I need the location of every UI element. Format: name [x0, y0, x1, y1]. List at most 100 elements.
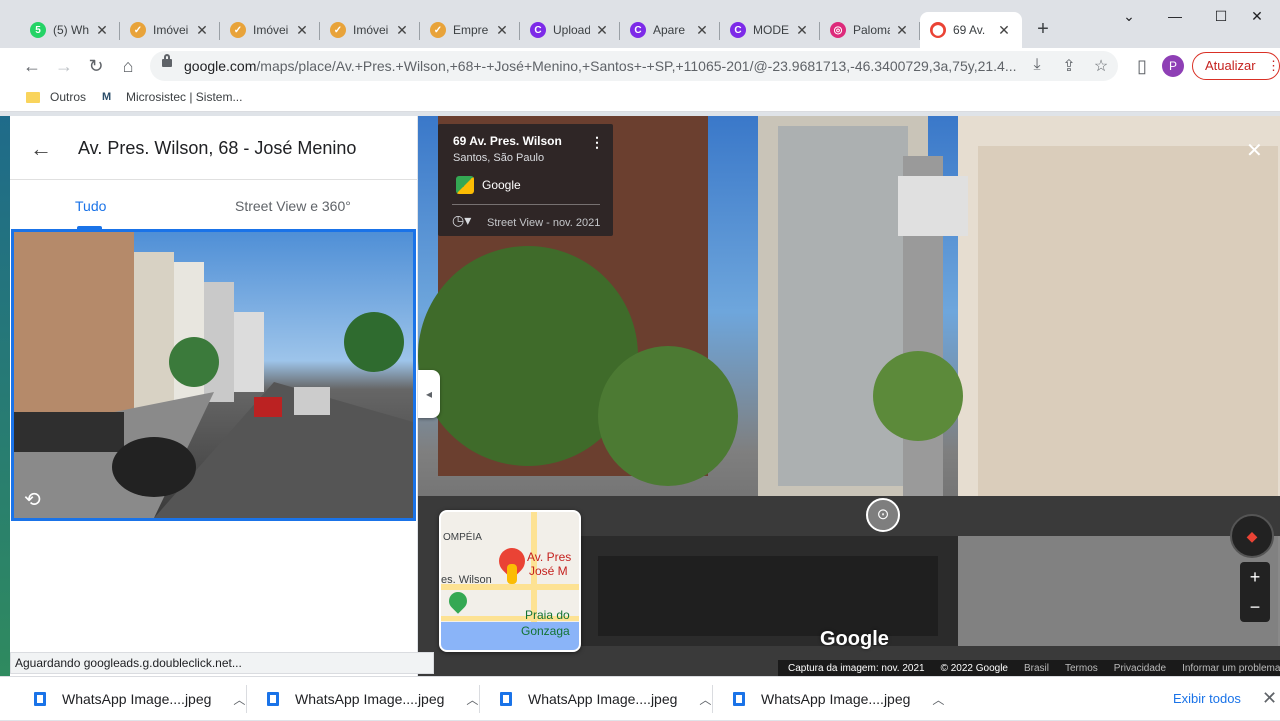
- divider: [712, 685, 713, 713]
- canva-icon: C: [730, 22, 746, 38]
- mini-map[interactable]: OMPÉIA Av. Pres José M es. Wilson Praia …: [439, 510, 581, 652]
- file-icon: [267, 692, 279, 706]
- download-item[interactable]: WhatsApp Image....jpeg ︿: [267, 677, 478, 721]
- tab-6[interactable]: C Apare ✕: [620, 12, 720, 48]
- street-view-pane[interactable]: 69 Av. Pres. Wilson Santos, São Paulo ⋮ …: [418, 116, 1280, 676]
- whatsapp-icon: 5: [30, 22, 46, 38]
- minimize-button[interactable]: —: [1152, 8, 1198, 24]
- download-item[interactable]: WhatsApp Image....jpeg ︿: [733, 677, 944, 721]
- desktop-background: [0, 116, 10, 676]
- tab-7[interactable]: C MODE ✕: [720, 12, 820, 48]
- terms-link[interactable]: Termos: [1065, 663, 1098, 674]
- maps-pin-icon: ⬤: [930, 22, 946, 38]
- close-tab-icon[interactable]: ✕: [594, 22, 610, 39]
- more-options-icon[interactable]: ⋮: [590, 134, 604, 151]
- tab-street-view[interactable]: Street View e 360°: [235, 198, 351, 214]
- divider: [452, 204, 600, 205]
- close-tab-icon[interactable]: ✕: [794, 22, 810, 39]
- zoom-in-button[interactable]: +: [1240, 562, 1270, 592]
- close-downloads-icon[interactable]: ✕: [1262, 688, 1277, 709]
- chevron-up-icon[interactable]: ︿: [466, 691, 478, 708]
- tab-title: 69 Av.: [953, 23, 986, 37]
- tab-search-icon[interactable]: ⌄: [1106, 8, 1152, 25]
- profile-avatar[interactable]: P: [1162, 55, 1184, 77]
- share-icon[interactable]: ⇪: [1059, 56, 1079, 76]
- bookmarks-bar: Outros M Microsistec | Sistem...: [0, 84, 1280, 112]
- report-problem-link[interactable]: Informar um problema: [1182, 663, 1280, 674]
- canva-icon: C: [530, 22, 546, 38]
- update-button[interactable]: Atualizar ⋮: [1192, 52, 1280, 80]
- card-source[interactable]: Google: [482, 178, 521, 192]
- tab-title: Imóvei: [253, 23, 289, 37]
- divider: [10, 179, 417, 180]
- close-tab-icon[interactable]: ✕: [394, 22, 410, 39]
- download-filename: WhatsApp Image....jpeg: [761, 691, 911, 707]
- kebab-menu-icon[interactable]: ⋮: [1267, 53, 1280, 79]
- card-subtitle: Santos, São Paulo: [453, 152, 545, 164]
- copyright: © 2022 Google: [940, 662, 1008, 674]
- tab-0[interactable]: 5 (5) Wh ✕: [20, 12, 120, 48]
- compass-icon[interactable]: ◆: [1230, 514, 1274, 558]
- show-all-downloads-link[interactable]: Exibir todos: [1173, 691, 1241, 706]
- side-panel-icon[interactable]: ▯: [1130, 54, 1154, 78]
- back-icon[interactable]: ←: [20, 54, 44, 78]
- reload-icon[interactable]: ↻: [84, 54, 108, 78]
- bookmark-star-icon[interactable]: ☆: [1091, 56, 1111, 76]
- address-bar[interactable]: google.com/maps/place/Av.+Pres.+Wilson,+…: [150, 51, 1118, 81]
- map-label: José M: [529, 564, 568, 578]
- tab-8[interactable]: ◎ Paloma ✕: [820, 12, 920, 48]
- tab-title: (5) Wh: [53, 23, 89, 37]
- country-link[interactable]: Brasil: [1024, 663, 1049, 674]
- collapse-panel-button[interactable]: ◂: [418, 370, 440, 418]
- canva-icon: C: [630, 22, 646, 38]
- downloads-bar: WhatsApp Image....jpeg ︿ WhatsApp Image..…: [0, 676, 1280, 720]
- imoveis-icon: ✓: [430, 22, 446, 38]
- tab-4[interactable]: ✓ Empre ✕: [420, 12, 520, 48]
- install-icon[interactable]: ⤓: [1027, 56, 1047, 74]
- map-label: Av. Pres: [527, 550, 572, 564]
- close-tab-icon[interactable]: ✕: [194, 22, 210, 39]
- download-item[interactable]: WhatsApp Image....jpeg ︿: [34, 677, 245, 721]
- new-tab-button[interactable]: +: [1032, 18, 1054, 41]
- download-item[interactable]: WhatsApp Image....jpeg ︿: [500, 677, 711, 721]
- close-tab-icon[interactable]: ✕: [494, 22, 510, 39]
- close-tab-icon[interactable]: ✕: [996, 22, 1012, 39]
- bookmark-folder-outros[interactable]: Outros: [26, 90, 86, 104]
- street-view-thumbnail[interactable]: ⟲: [11, 229, 416, 521]
- home-icon[interactable]: ⌂: [116, 54, 140, 78]
- forward-icon[interactable]: →: [52, 54, 76, 78]
- tab-title: Empre: [453, 23, 489, 37]
- google-watermark: Google: [820, 628, 889, 650]
- close-window-button[interactable]: ✕: [1234, 8, 1280, 25]
- chevron-up-icon[interactable]: ︿: [233, 691, 245, 708]
- divider: [246, 685, 247, 713]
- folder-icon: [26, 91, 40, 103]
- tab-9[interactable]: ⬤ 69 Av. ✕: [920, 12, 1022, 48]
- park-marker-icon: [445, 588, 471, 614]
- zoom-out-button[interactable]: −: [1240, 592, 1270, 622]
- url-host: google.com: [184, 58, 257, 74]
- instagram-icon: ◎: [830, 22, 846, 38]
- privacy-link[interactable]: Privacidade: [1114, 663, 1166, 674]
- close-street-view-icon[interactable]: ✕: [1246, 138, 1263, 163]
- tab-5[interactable]: C Upload ✕: [520, 12, 620, 48]
- bookmark-label: Outros: [50, 90, 87, 104]
- close-tab-icon[interactable]: ✕: [694, 22, 710, 39]
- close-tab-icon[interactable]: ✕: [894, 22, 910, 39]
- google-contributor-icon: [456, 176, 474, 194]
- tab-2[interactable]: ✓ Imóvei ✕: [220, 12, 320, 48]
- tab-1[interactable]: ✓ Imóvei ✕: [120, 12, 220, 48]
- pegman-icon: [507, 564, 517, 584]
- close-tab-icon[interactable]: ✕: [294, 22, 310, 39]
- close-tab-icon[interactable]: ✕: [94, 22, 110, 39]
- lock-icon[interactable]: [162, 54, 172, 67]
- back-arrow-icon[interactable]: ←: [30, 136, 52, 162]
- chevron-up-icon[interactable]: ︿: [932, 691, 944, 708]
- map-label: es. Wilson: [441, 574, 492, 586]
- tab-tudo[interactable]: Tudo: [75, 198, 106, 214]
- tab-3[interactable]: ✓ Imóvei ✕: [320, 12, 420, 48]
- place-marker-icon[interactable]: ⊙: [866, 498, 900, 532]
- chevron-up-icon[interactable]: ︿: [699, 691, 711, 708]
- bookmark-microsistec[interactable]: M Microsistec | Sistem...: [102, 90, 242, 104]
- time-travel-icon[interactable]: ◷▾: [452, 212, 471, 229]
